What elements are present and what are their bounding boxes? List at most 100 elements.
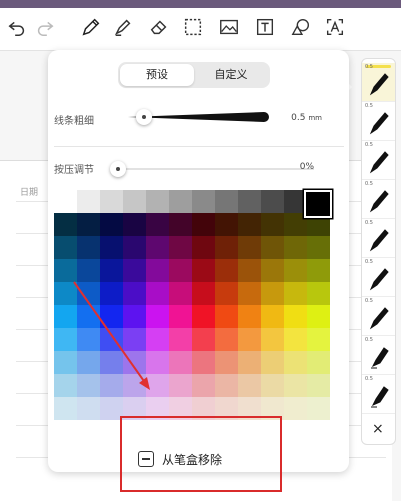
color-swatch[interactable] — [54, 259, 77, 282]
text-box-icon[interactable] — [252, 14, 278, 40]
color-swatch[interactable] — [77, 190, 100, 213]
lasso-select-icon[interactable] — [180, 14, 206, 40]
color-swatch[interactable] — [123, 190, 146, 213]
color-swatch[interactable] — [169, 328, 192, 351]
remove-from-penbox-button[interactable]: 从笔盒移除 — [138, 448, 222, 470]
color-swatch[interactable] — [54, 213, 77, 236]
color-swatch[interactable] — [123, 305, 146, 328]
pen-preset-item[interactable]: 0.5 — [362, 375, 395, 414]
undo-icon[interactable] — [4, 14, 30, 40]
color-swatch[interactable] — [192, 282, 215, 305]
color-swatch[interactable] — [261, 282, 284, 305]
color-swatch[interactable] — [123, 351, 146, 374]
shape-icon[interactable] — [288, 14, 314, 40]
color-swatch[interactable] — [146, 282, 169, 305]
color-swatch[interactable] — [100, 328, 123, 351]
color-swatch[interactable] — [238, 259, 261, 282]
color-swatch[interactable] — [238, 328, 261, 351]
color-swatch[interactable] — [77, 328, 100, 351]
color-swatch[interactable] — [238, 213, 261, 236]
tab-custom[interactable]: 自定义 — [194, 64, 268, 86]
color-swatch[interactable] — [100, 374, 123, 397]
color-swatch[interactable] — [261, 374, 284, 397]
color-swatch[interactable] — [238, 374, 261, 397]
color-swatch[interactable] — [307, 282, 330, 305]
color-swatch[interactable] — [192, 351, 215, 374]
color-swatch[interactable] — [284, 236, 307, 259]
color-swatch[interactable] — [169, 236, 192, 259]
color-swatch[interactable] — [215, 305, 238, 328]
color-swatch[interactable] — [307, 374, 330, 397]
pen-preset-item[interactable]: 0.5 — [362, 141, 395, 180]
color-swatch[interactable] — [54, 236, 77, 259]
color-swatch[interactable] — [215, 236, 238, 259]
color-swatch[interactable] — [54, 328, 77, 351]
color-swatch[interactable] — [77, 236, 100, 259]
color-swatch[interactable] — [261, 351, 284, 374]
color-swatch[interactable] — [54, 374, 77, 397]
color-swatch[interactable] — [100, 190, 123, 213]
pressure-slider-thumb[interactable] — [110, 161, 126, 177]
color-swatch[interactable] — [307, 351, 330, 374]
color-swatch[interactable] — [192, 374, 215, 397]
color-swatch[interactable] — [261, 259, 284, 282]
color-swatch[interactable] — [100, 236, 123, 259]
color-swatch[interactable] — [284, 397, 307, 420]
color-swatch[interactable] — [261, 305, 284, 328]
color-swatch[interactable] — [123, 374, 146, 397]
color-swatch[interactable] — [192, 213, 215, 236]
color-swatch[interactable] — [54, 305, 77, 328]
color-swatch[interactable] — [169, 351, 192, 374]
pen-preset-item[interactable]: 0.5 — [362, 63, 395, 102]
color-swatch[interactable] — [123, 213, 146, 236]
color-swatch[interactable] — [146, 190, 169, 213]
image-icon[interactable] — [216, 14, 242, 40]
color-swatch[interactable] — [77, 282, 100, 305]
color-swatch[interactable] — [123, 236, 146, 259]
color-swatch[interactable] — [100, 351, 123, 374]
color-swatch[interactable] — [169, 305, 192, 328]
selected-color-swatch[interactable] — [304, 190, 332, 218]
color-swatch[interactable] — [307, 397, 330, 420]
color-swatch[interactable] — [192, 236, 215, 259]
color-swatch[interactable] — [307, 236, 330, 259]
color-swatch[interactable] — [54, 282, 77, 305]
color-swatch[interactable] — [100, 305, 123, 328]
color-swatch[interactable] — [307, 259, 330, 282]
color-swatch[interactable] — [169, 374, 192, 397]
color-swatch[interactable] — [238, 236, 261, 259]
color-swatch[interactable] — [169, 213, 192, 236]
color-swatch[interactable] — [146, 328, 169, 351]
color-swatch[interactable] — [169, 282, 192, 305]
color-swatch[interactable] — [77, 259, 100, 282]
color-swatch[interactable] — [192, 328, 215, 351]
color-swatch[interactable] — [77, 374, 100, 397]
color-swatch[interactable] — [261, 190, 284, 213]
color-swatch[interactable] — [77, 305, 100, 328]
color-swatch[interactable] — [261, 213, 284, 236]
color-swatch[interactable] — [192, 305, 215, 328]
pen-preset-item[interactable]: 0.5 — [362, 258, 395, 297]
color-swatch[interactable] — [215, 328, 238, 351]
color-swatch[interactable] — [215, 213, 238, 236]
pen-icon[interactable] — [78, 14, 104, 40]
color-swatch[interactable] — [100, 259, 123, 282]
color-swatch[interactable] — [192, 259, 215, 282]
pen-preset-item[interactable]: 0.5 — [362, 336, 395, 375]
color-swatch[interactable] — [100, 282, 123, 305]
close-pen-box-button[interactable]: × — [372, 421, 384, 437]
color-swatch[interactable] — [238, 282, 261, 305]
color-swatch[interactable] — [146, 305, 169, 328]
color-swatch[interactable] — [238, 190, 261, 213]
color-swatch[interactable] — [169, 259, 192, 282]
color-swatch[interactable] — [54, 397, 77, 420]
color-swatch[interactable] — [307, 328, 330, 351]
color-swatch[interactable] — [215, 259, 238, 282]
eraser-icon[interactable] — [146, 14, 172, 40]
color-swatch[interactable] — [146, 351, 169, 374]
pen-preset-item[interactable]: 0.5 — [362, 102, 395, 141]
color-swatch[interactable] — [238, 305, 261, 328]
color-swatch[interactable] — [215, 282, 238, 305]
color-swatch[interactable] — [261, 236, 284, 259]
color-swatch[interactable] — [215, 351, 238, 374]
